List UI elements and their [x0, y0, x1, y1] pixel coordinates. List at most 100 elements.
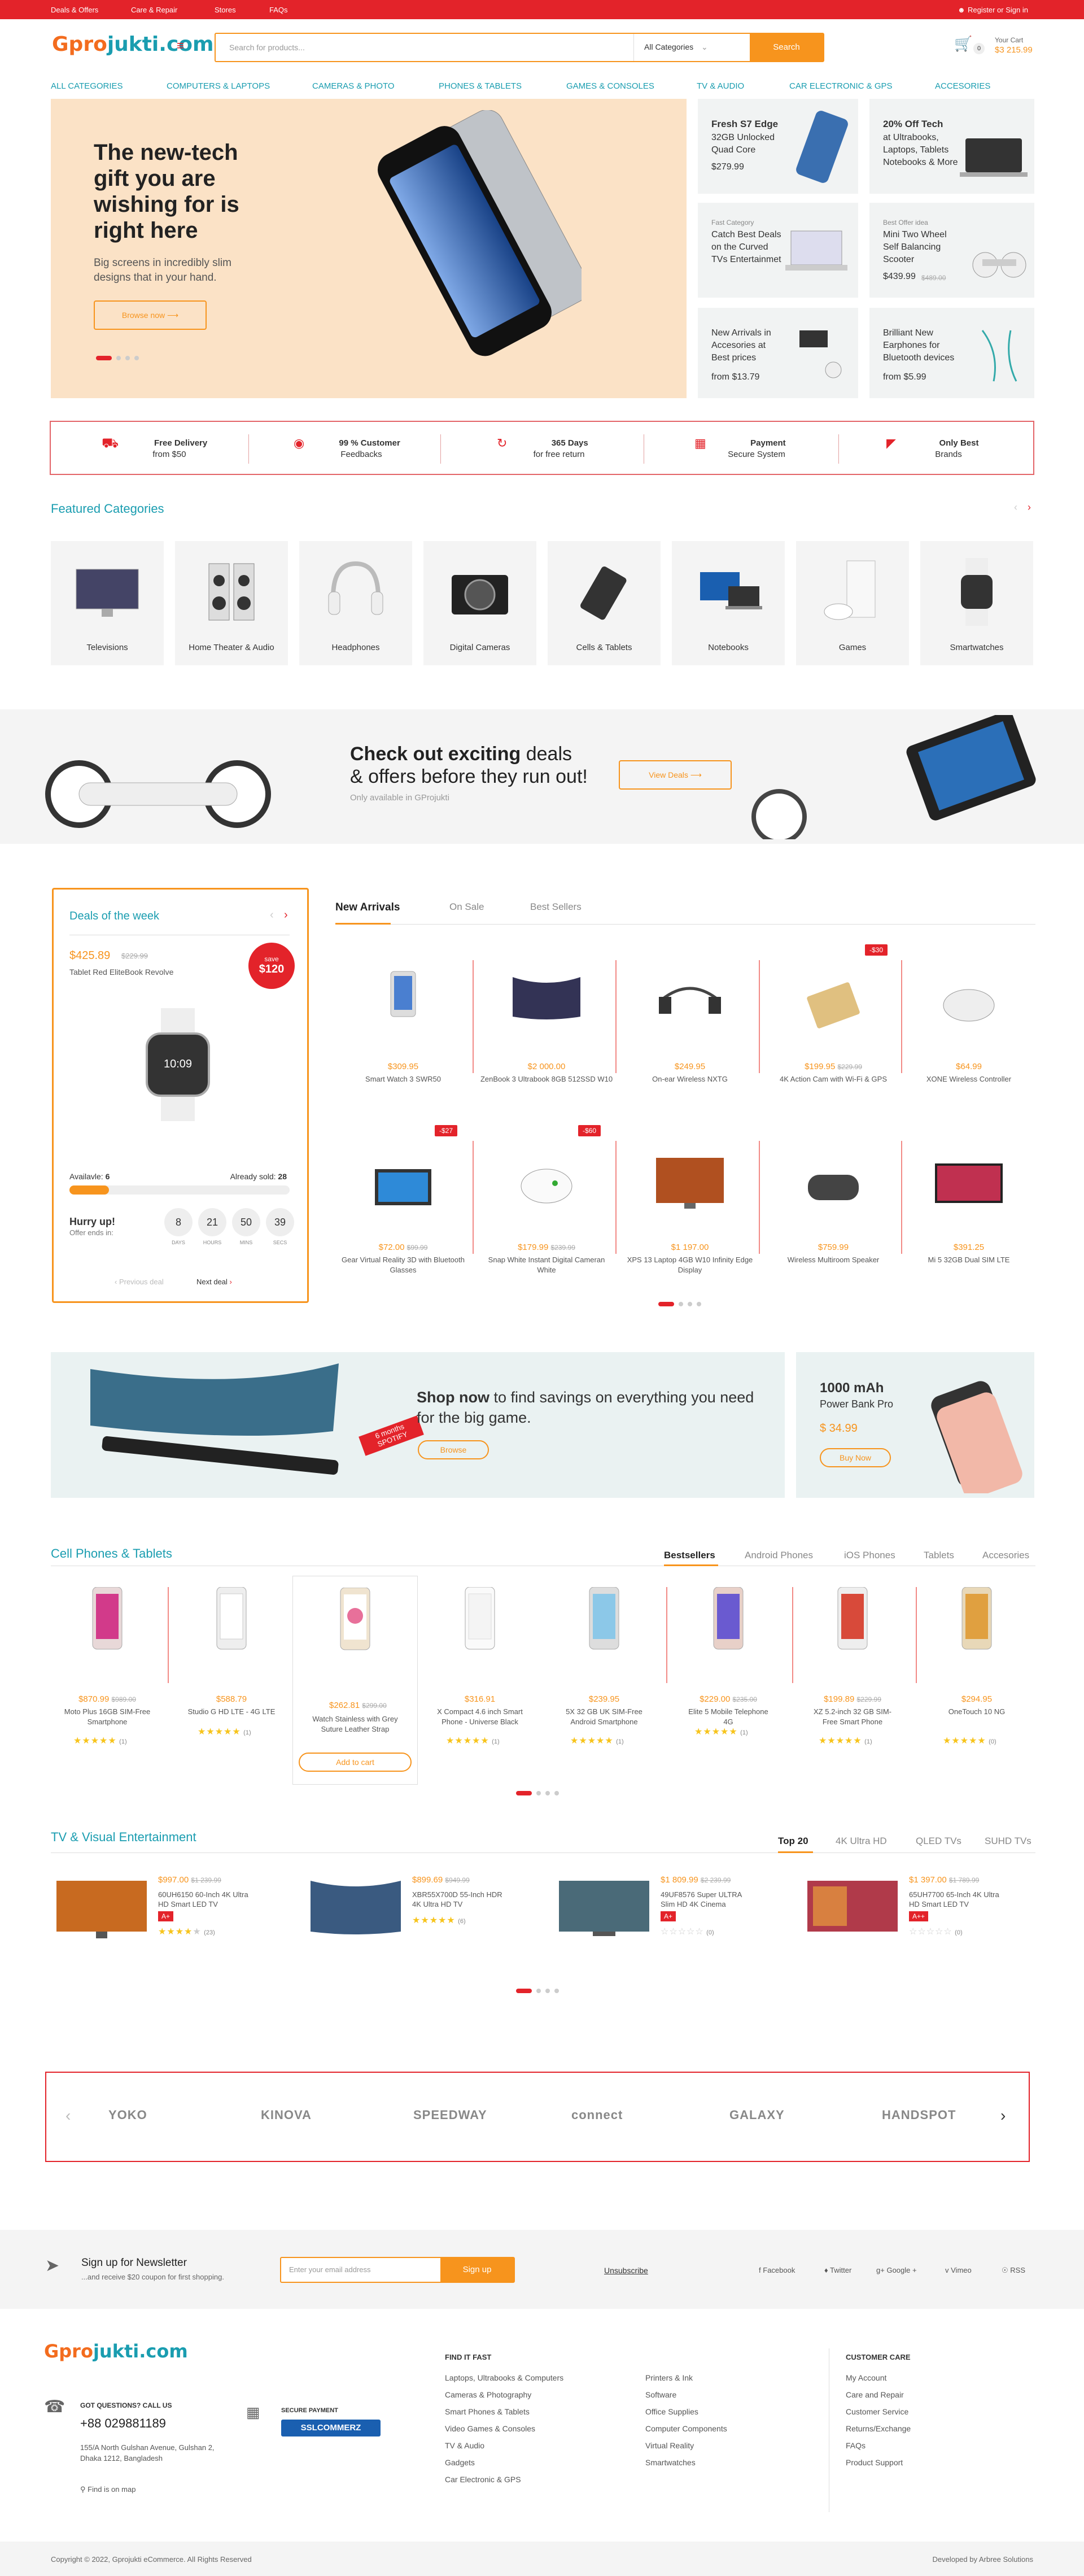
footer-link[interactable]: Printers & Ink [645, 2373, 815, 2382]
phone-card[interactable]: $870.99 $989.00 Moto Plus 16GB SIM-Free S… [40, 1587, 175, 1768]
tab-suhd-tvs[interactable]: SUHD TVs [985, 1836, 1031, 1847]
footer-link[interactable]: Office Supplies [645, 2407, 815, 2416]
topbar-link-faqs[interactable]: FAQs [269, 6, 288, 14]
tab-on-sale[interactable]: On Sale [449, 901, 484, 913]
footer-link[interactable]: Car Electronic & GPS [445, 2475, 626, 2484]
search-input[interactable]: Search for products... [229, 43, 305, 52]
unsubscribe-link[interactable]: Unsubscribe [604, 2266, 648, 2275]
footer-logo[interactable]: Gprojukti.com [44, 2340, 188, 2362]
footer-link[interactable]: My Account [846, 2373, 1015, 2382]
twitter-link[interactable]: ♦ Twitter [824, 2266, 851, 2274]
phone-card[interactable]: $199.89 $229.99 XZ 5.2-inch 32 GB SIM-Fre… [785, 1587, 920, 1768]
footer-link[interactable]: Smart Phones & Tablets [445, 2407, 626, 2416]
nav-accessories[interactable]: ACCESORIES [935, 81, 990, 91]
hero-slider[interactable]: The new-tech gift you are wishing for is… [51, 99, 687, 398]
vimeo-link[interactable]: v Vimeo [945, 2266, 972, 2274]
phone-card[interactable]: $239.95 5X 32 GB UK SIM-Free Android Smar… [536, 1587, 672, 1768]
tab-tablets[interactable]: Tablets [924, 1550, 954, 1561]
product-card[interactable]: -$27 $72.00 $99.99 Gear Virtual Reality 3D… [335, 1125, 471, 1310]
footer-link[interactable]: Laptops, Ultrabooks & Computers [445, 2373, 626, 2382]
product-card[interactable]: $759.99 Wireless Multiroom Speaker [766, 1130, 901, 1310]
product-card[interactable]: $2 000.00 ZenBook 3 Ultrabook 8GB 512SSD … [479, 949, 614, 1130]
chevron-right-icon[interactable]: › [1028, 502, 1031, 513]
google-link[interactable]: g+ Google + [876, 2266, 917, 2274]
tab-qled-tvs[interactable]: QLED TVs [916, 1836, 961, 1847]
category-select[interactable]: All Categories ⌄ [633, 34, 758, 61]
footer-link[interactable]: Cameras & Photography [445, 2390, 626, 2399]
category-digital-cameras[interactable]: Digital Cameras [423, 541, 536, 665]
promo-shop-now[interactable]: 6 months SPOTIFY Shop now to find saving… [51, 1352, 785, 1498]
tab-accessories[interactable]: Accesories [982, 1550, 1029, 1561]
tv-card[interactable]: $1 397.00 $1 789.99 65UH7700 65-Inch 4K U… [807, 1875, 1005, 1954]
chevron-right-icon[interactable]: › [284, 909, 288, 922]
topbar-link-stores[interactable]: Stores [215, 6, 236, 14]
chevron-left-icon[interactable]: ‹ [1014, 502, 1017, 513]
newsletter-email-input[interactable]: Enter your email address Sign up [280, 2257, 515, 2283]
previous-deal-link[interactable]: ‹ Previous deal [115, 1278, 164, 1286]
brand-logo[interactable]: SPEEDWAY [413, 2108, 487, 2122]
footer-link[interactable]: Care and Repair [846, 2390, 1015, 2399]
cart-total[interactable]: $3 215.99 [995, 45, 1033, 55]
tv-card[interactable]: $1 809.99 $2 239.99 49UF8576 Super ULTRA … [559, 1875, 757, 1954]
logo[interactable]: Gprojukti.com [52, 33, 214, 56]
tab-best-sellers[interactable]: Best Sellers [530, 901, 582, 913]
promo2-buy-button[interactable]: Buy Now [820, 1448, 891, 1467]
footer-link[interactable]: TV & Audio [445, 2441, 626, 2450]
tab-new-arrivals[interactable]: New Arrivals [335, 901, 400, 914]
chevron-left-icon[interactable]: ‹ [65, 2107, 71, 2125]
tab-top-20[interactable]: Top 20 [778, 1836, 808, 1847]
register-link[interactable]: Register or Sign in [968, 6, 1028, 14]
nav-all-categories[interactable]: ALL CATEGORIES [51, 81, 123, 91]
product-card[interactable]: -$60 $179.99 $239.99 Snap White Instant Di… [479, 1125, 614, 1310]
tv-dots[interactable] [516, 1986, 563, 1996]
tv-card[interactable]: $997.00 $1 239.99 60UH6150 60-Inch 4K Ult… [56, 1875, 254, 1954]
category-games[interactable]: Games [796, 541, 909, 665]
topbar-link-care[interactable]: Care & Repair [131, 6, 177, 14]
product-card[interactable]: $249.95 On-ear Wireless NXTG [622, 949, 758, 1130]
nav-games[interactable]: GAMES & CONSOLES [566, 81, 654, 91]
footer-link[interactable]: Video Games & Consoles [445, 2424, 626, 2433]
deal-product-name[interactable]: Tablet Red EliteBook Revolve [69, 967, 173, 977]
brand-logo[interactable]: HANDSPOT [882, 2108, 956, 2122]
footer-link[interactable]: Gadgets [445, 2458, 626, 2467]
category-smartwatches[interactable]: Smartwatches [920, 541, 1033, 665]
tile-curved-tvs[interactable]: Fast Category Catch Best Deals on the Cu… [698, 203, 858, 298]
product-card[interactable]: $1 197.00 XPS 13 Laptop 4GB W10 Infinity … [622, 1130, 758, 1310]
brand-logo[interactable]: GALAXY [729, 2108, 785, 2122]
nav-tv-audio[interactable]: TV & AUDIO [697, 81, 744, 91]
chevron-right-icon[interactable]: › [1000, 2107, 1006, 2125]
product-card[interactable]: -$30 $199.95 $229.99 4K Action Cam with Wi… [766, 944, 901, 1130]
tab-ios-phones[interactable]: iOS Phones [844, 1550, 895, 1561]
phone-card[interactable]: $316.91 X Compact 4.6 inch Smart Phone - … [412, 1587, 548, 1768]
footer-link[interactable]: Software [645, 2390, 815, 2399]
promo-power-bank[interactable]: 1000 mAh Power Bank Pro $ 34.99 Buy Now [796, 1352, 1034, 1498]
footer-link[interactable]: Virtual Reality [645, 2441, 815, 2450]
phone-card[interactable]: $229.00 $235.00 Elite 5 Mobile Telephone … [661, 1587, 796, 1768]
chevron-left-icon[interactable]: ‹ [270, 909, 274, 922]
tab-bestsellers[interactable]: Bestsellers [664, 1550, 715, 1561]
brand-logo[interactable]: connect [571, 2108, 623, 2122]
menu-icon[interactable]: ≡ [177, 38, 184, 53]
tile-accessories[interactable]: New Arrivals in Accesories at Best price… [698, 308, 858, 398]
nav-phones[interactable]: PHONES & TABLETS [439, 81, 522, 91]
footer-link[interactable]: Computer Components [645, 2424, 815, 2433]
phone-card[interactable]: $588.79 Studio G HD LTE - 4G LTE ★★★★★ (1) [164, 1587, 299, 1768]
signup-button[interactable]: Sign up [440, 2258, 514, 2282]
cart-icon[interactable]: 🛒 [954, 35, 972, 53]
view-deals-button[interactable]: View Deals ⟶ [619, 760, 732, 790]
topbar-link-deals[interactable]: Deals & Offers [51, 6, 98, 14]
brand-logo[interactable]: KINOVA [261, 2108, 312, 2122]
phones-dots[interactable] [516, 1788, 563, 1798]
category-televisions[interactable]: Televisions [51, 541, 164, 665]
nav-car-electronic[interactable]: CAR ELECTRONIC & GPS [789, 81, 893, 91]
arrivals-dots[interactable] [658, 1299, 706, 1309]
tile-s7-edge[interactable]: Fresh S7 Edge 32GB Unlocked Quad Core $2… [698, 99, 858, 194]
find-on-map-link[interactable]: ⚲ Find is on map [80, 2485, 136, 2494]
hero-browse-button[interactable]: Browse now ⟶ [94, 300, 207, 330]
footer-link[interactable]: Smartwatches [645, 2458, 815, 2467]
category-cells-tablets[interactable]: Cells & Tablets [548, 541, 661, 665]
footer-link[interactable]: Customer Service [846, 2407, 1015, 2416]
tab-4k-ultra-hd[interactable]: 4K Ultra HD [836, 1836, 887, 1847]
support-phone[interactable]: +88 029881189 [80, 2416, 166, 2431]
search-button[interactable]: Search [750, 34, 823, 61]
